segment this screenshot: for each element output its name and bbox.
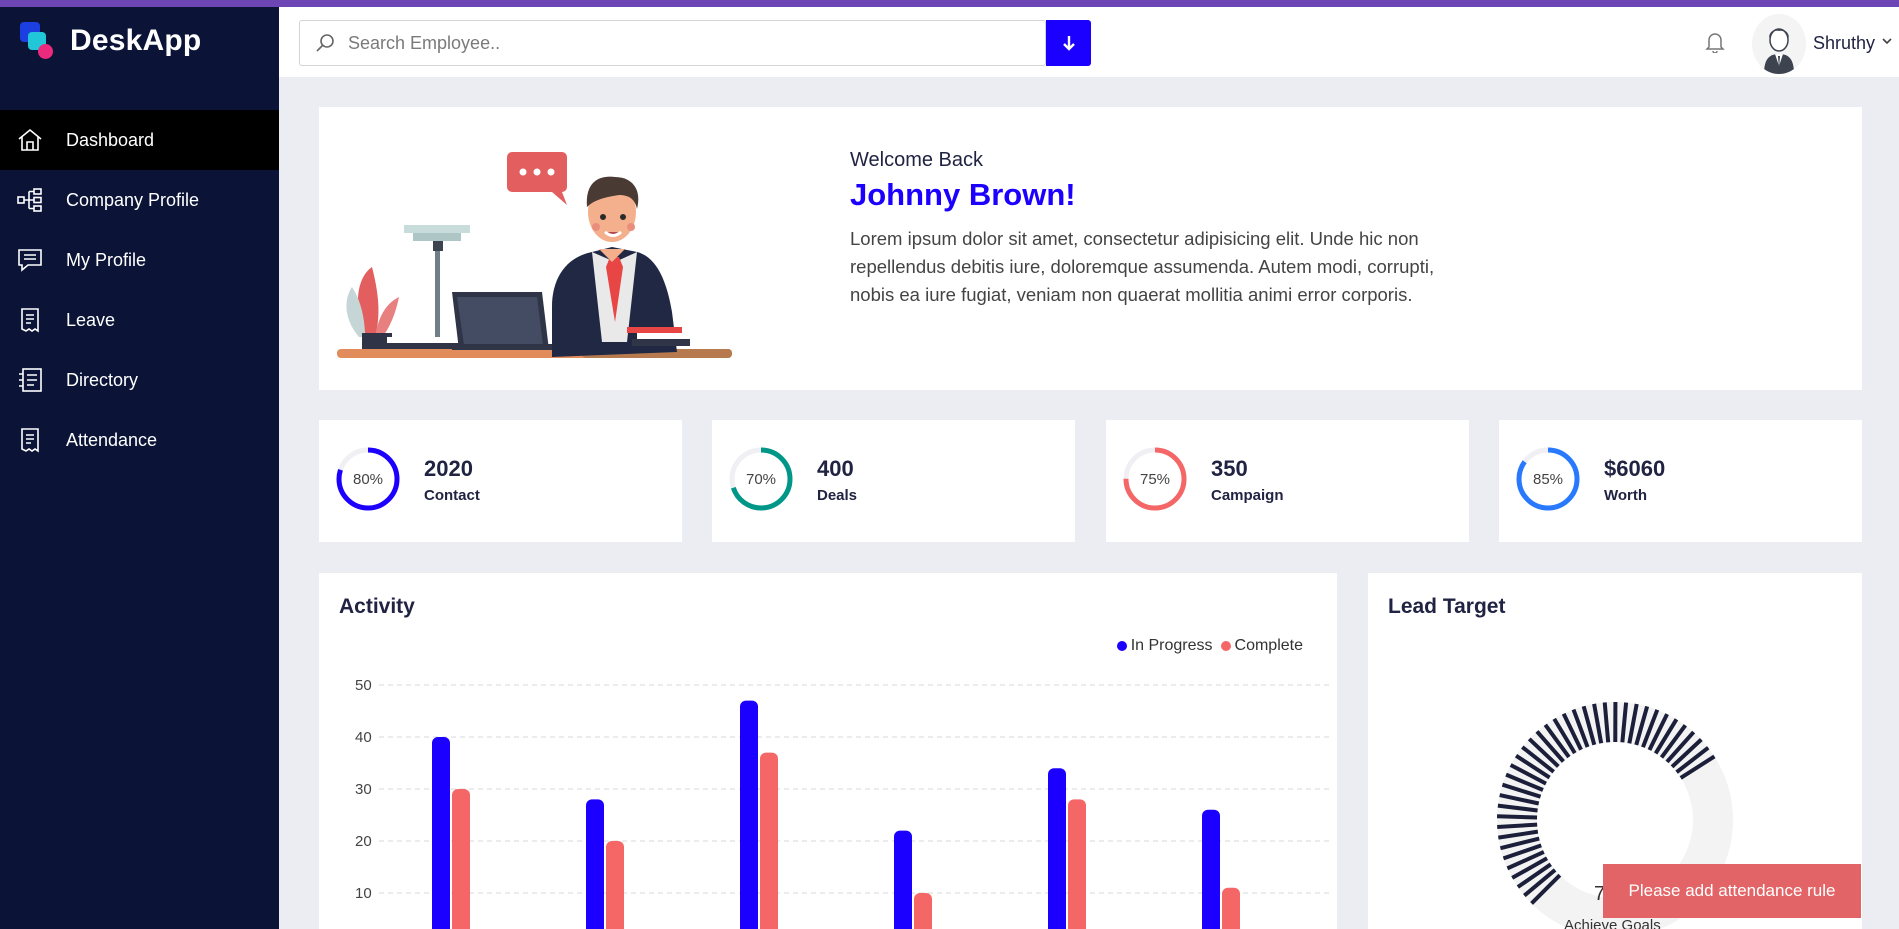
bar-in-progress <box>586 799 604 929</box>
search-input[interactable] <box>348 32 968 54</box>
stat-label: Campaign <box>1211 487 1284 504</box>
logo-icon <box>18 20 60 62</box>
activity-title: Activity <box>339 595 415 618</box>
sidebar-item-label: Attendance <box>66 429 158 450</box>
bar-in-progress <box>1048 768 1066 929</box>
y-tick-label: 30 <box>355 781 372 798</box>
y-tick-label: 40 <box>355 729 372 746</box>
bar-in-progress <box>894 830 912 929</box>
stat-card-campaign: 75% 350 Campaign <box>1106 420 1469 542</box>
y-tick-label: 20 <box>355 833 372 850</box>
chart-legend: In Progress Complete <box>1109 637 1303 655</box>
legend-complete[interactable]: Complete <box>1220 637 1303 655</box>
legend-label: Complete <box>1234 637 1303 654</box>
search-button[interactable] <box>1046 20 1091 66</box>
bar-in-progress <box>432 737 450 929</box>
progress-percent: 70% <box>745 470 777 488</box>
stat-card-deals: 70% 400 Deals <box>712 420 1075 542</box>
office-man-illustration <box>337 152 732 358</box>
stat-card-contact: 80% 2020 Contact <box>319 420 682 542</box>
bar-complete <box>1222 887 1240 929</box>
sidebar-nav: Dashboard Company Profile My Profile Lea… <box>0 110 279 470</box>
lead-target-subtitle: Achieve Goals <box>1564 917 1661 929</box>
sidebar-item-leave[interactable]: Leave <box>0 290 279 350</box>
bar-complete <box>1068 799 1086 929</box>
stat-label: Deals <box>817 487 858 504</box>
legend-dot <box>1220 641 1231 651</box>
progress-percent: 75% <box>1139 470 1171 488</box>
legend-label: In Progress <box>1130 637 1213 654</box>
home-icon <box>18 128 42 151</box>
y-tick-label: 10 <box>355 885 372 902</box>
stat-label: Worth <box>1604 487 1648 504</box>
app-name: DeskApp <box>70 24 202 57</box>
search-icon <box>316 34 334 52</box>
legend-dot <box>1116 641 1127 651</box>
activity-bar-chart: 10 20 30 40 50 <box>355 677 1329 929</box>
sidebar-item-label: Directory <box>66 369 139 390</box>
legend-in-progress[interactable]: In Progress <box>1116 637 1213 655</box>
y-tick-label: 50 <box>355 677 372 694</box>
bar-complete <box>914 893 932 929</box>
avatar[interactable] <box>1752 14 1806 74</box>
directory-icon <box>19 368 42 392</box>
bar-complete <box>760 752 778 929</box>
sidebar-item-dashboard[interactable]: Dashboard <box>0 110 279 170</box>
stat-value: 350 <box>1211 456 1248 481</box>
chevron-down-icon[interactable] <box>1881 35 1893 47</box>
bell-icon[interactable] <box>1705 31 1725 53</box>
sidebar: DeskApp Dashboard Company Profile My Pro… <box>0 0 279 929</box>
attendance-rule-toast[interactable]: Please add attendance rule <box>1603 864 1861 918</box>
welcome-greeting: Welcome Back <box>850 149 984 171</box>
stat-card-worth: 85% $6060 Worth <box>1499 420 1862 542</box>
top-accent-strip <box>0 0 1899 7</box>
bar-complete <box>452 789 470 929</box>
stat-value: $6060 <box>1604 456 1666 481</box>
app-logo[interactable]: DeskApp <box>18 20 201 62</box>
sidebar-item-company-profile[interactable]: Company Profile <box>0 170 279 230</box>
top-header: Shruthy <box>279 7 1899 77</box>
stat-value: 2020 <box>424 456 473 481</box>
gauge-tick <box>1497 822 1538 829</box>
sidebar-item-directory[interactable]: Directory <box>0 350 279 410</box>
sidebar-item-label: My Profile <box>66 249 147 270</box>
welcome-user-name: Johnny Brown! <box>850 177 1076 212</box>
activity-panel: 10 20 30 40 50 Activity In Progress Complete <box>319 573 1337 929</box>
sidebar-item-label: Leave <box>66 309 116 330</box>
search-box <box>299 20 1046 66</box>
gauge-tick <box>1496 814 1538 820</box>
receipt-icon <box>21 308 39 333</box>
stat-label: Contact <box>424 487 480 504</box>
progress-percent: 85% <box>1532 470 1564 488</box>
sidebar-item-label: Dashboard <box>66 129 155 150</box>
chat-icon <box>18 249 42 272</box>
username[interactable]: Shruthy <box>1813 33 1875 54</box>
arrow-down-icon <box>1062 36 1075 51</box>
sidebar-item-label: Company Profile <box>66 189 200 210</box>
org-chart-icon <box>17 188 42 212</box>
welcome-description: Lorem ipsum dolor sit amet, consectetur … <box>850 228 1435 305</box>
welcome-card: Welcome Back Johnny Brown! Lorem ipsum d… <box>319 107 1862 390</box>
sidebar-item-attendance[interactable]: Attendance <box>0 410 279 470</box>
sidebar-item-my-profile[interactable]: My Profile <box>0 230 279 290</box>
user-avatar-icon <box>1764 28 1794 74</box>
receipt-icon <box>21 428 39 453</box>
stat-value: 400 <box>817 456 854 481</box>
progress-percent: 80% <box>352 470 384 488</box>
bar-in-progress <box>1202 809 1220 929</box>
bar-complete <box>606 841 624 929</box>
bar-in-progress <box>740 700 758 929</box>
